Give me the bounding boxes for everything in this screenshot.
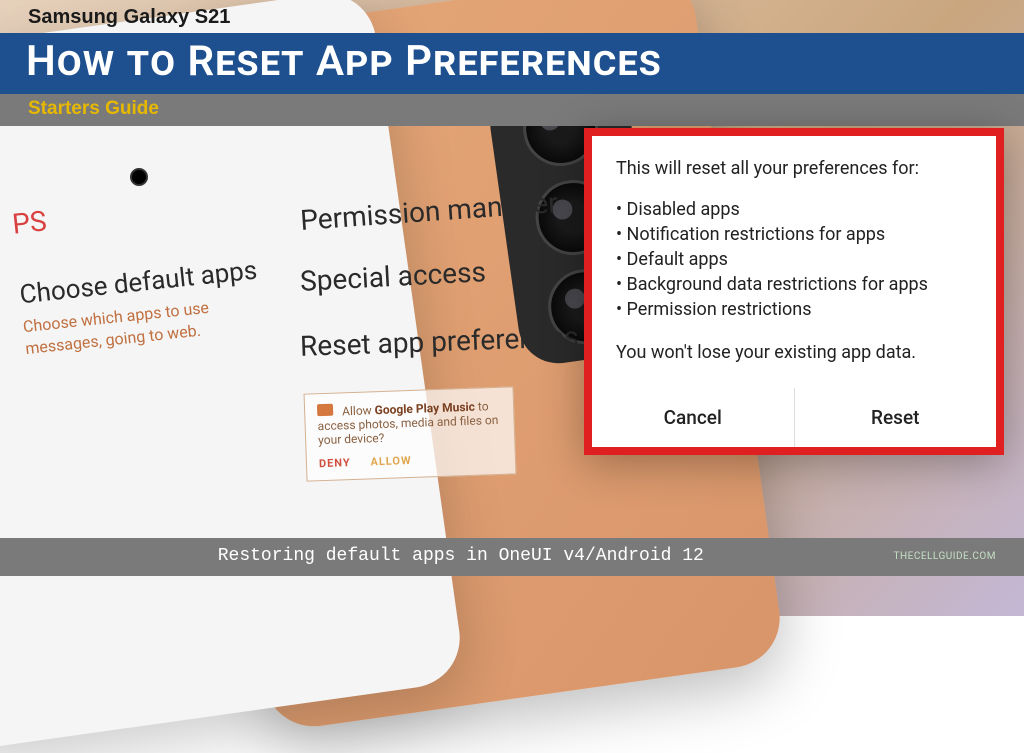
deny-button[interactable]: DENY	[319, 456, 351, 470]
left-settings-block: PS Choose default apps Choose which apps…	[11, 183, 264, 361]
subtitle-bar: Starters Guide	[0, 94, 1024, 126]
page-title: How to Reset App Preferences	[26, 37, 998, 86]
dialog-list-item: Background data restrictions for apps	[616, 274, 972, 295]
dialog-list-item: Default apps	[616, 249, 972, 270]
dialog-intro: This will reset all your preferences for…	[616, 158, 972, 179]
reset-preferences-dialog: This will reset all your preferences for…	[584, 128, 1004, 455]
dialog-list-item: Notification restrictions for apps	[616, 224, 972, 245]
dialog-note: You won't lose your existing app data.	[616, 342, 972, 363]
page-subtitle: Starters Guide	[28, 98, 996, 120]
title-bar: How to Reset App Preferences	[0, 33, 1024, 94]
allow-button[interactable]: ALLOW	[370, 454, 412, 468]
dialog-buttons: Cancel Reset	[592, 387, 996, 447]
footer: Restoring default apps in OneUI v4/Andro…	[0, 538, 1024, 576]
dialog-list: Disabled apps Notification restrictions …	[616, 199, 972, 320]
header: Samsung Galaxy S21 How to Reset App Pref…	[0, 0, 1024, 126]
device-name: Samsung Galaxy S21	[0, 0, 1024, 33]
footer-site: THECELLGUIDE.COM	[894, 551, 996, 562]
permission-actions: DENY ALLOW	[319, 451, 503, 470]
dialog-list-item: Disabled apps	[616, 199, 972, 220]
reset-button[interactable]: Reset	[795, 388, 997, 447]
permission-prompt-text: Allow Google Play Music to access photos…	[317, 399, 498, 447]
footer-text: Restoring default apps in OneUI v4/Andro…	[28, 546, 894, 566]
folder-icon	[317, 404, 333, 417]
dialog-list-item: Permission restrictions	[616, 299, 972, 320]
cancel-button[interactable]: Cancel	[592, 388, 795, 447]
front-camera-icon	[130, 168, 148, 186]
permission-prompt-card: Allow Google Play Music to access photos…	[304, 386, 517, 481]
